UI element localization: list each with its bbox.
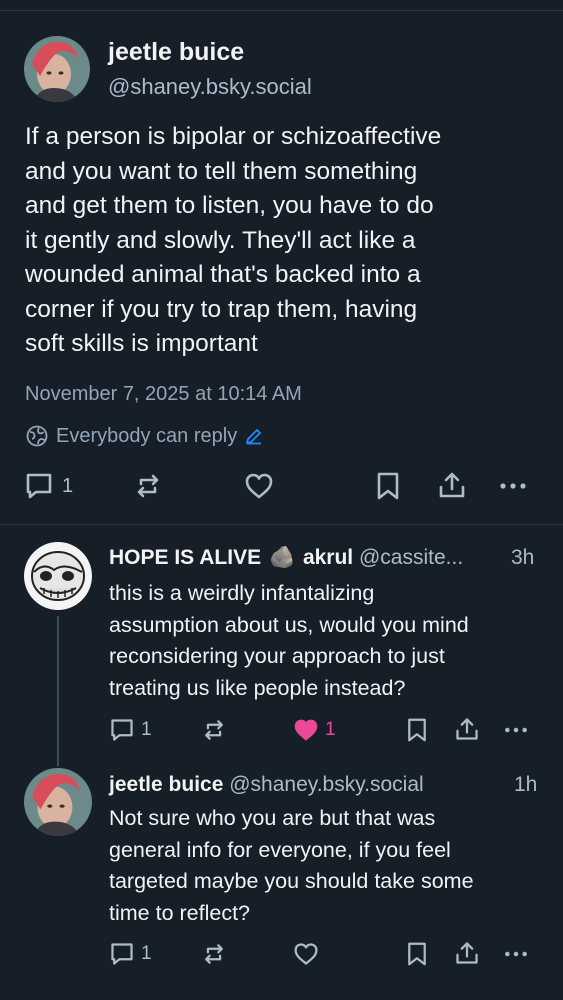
bookmark-icon xyxy=(405,941,429,967)
reply-text-line: treating us like people instead? xyxy=(109,676,406,701)
reply-header: HOPE IS ALIVE 🪨 akrul @cassite... xyxy=(109,546,463,570)
share-button[interactable] xyxy=(437,470,467,500)
avatar[interactable] xyxy=(24,542,92,610)
reply-author-handle[interactable]: @shaney.bsky.social xyxy=(229,773,423,796)
heart-icon xyxy=(244,471,274,501)
reply-author-name[interactable]: jeetle buice xyxy=(109,773,223,796)
reply-text: Not sure who you are but that was genera… xyxy=(109,803,474,930)
post-text-line: If a person is bipolar or schizoaffectiv… xyxy=(25,123,442,150)
reply-count: 1 xyxy=(141,943,152,964)
pencil-icon[interactable] xyxy=(244,426,264,446)
reply-author-name[interactable]: HOPE IS ALIVE xyxy=(109,546,261,569)
like-button[interactable] xyxy=(244,471,274,501)
heart-icon xyxy=(293,941,319,967)
reply-author-name-suffix[interactable]: akrul xyxy=(303,546,353,569)
reply-text-line: targeted maybe you should take some xyxy=(109,869,474,894)
reply-button[interactable]: 1 xyxy=(24,471,73,501)
share-icon xyxy=(454,716,480,742)
repost-button[interactable] xyxy=(201,717,227,743)
repost-icon xyxy=(201,941,227,967)
reply-count: 1 xyxy=(62,474,74,497)
avatar[interactable] xyxy=(24,768,92,836)
repost-icon xyxy=(201,717,227,743)
more-icon xyxy=(498,471,528,501)
post-timestamp: November 7, 2025 at 10:14 AM xyxy=(25,383,302,405)
like-button[interactable]: 1 xyxy=(293,717,336,743)
reply-setting-label: Everybody can reply xyxy=(56,424,238,447)
repost-icon xyxy=(133,471,163,501)
reply-time[interactable]: 3h xyxy=(511,546,534,570)
divider xyxy=(0,524,563,525)
reply-time[interactable]: 1h xyxy=(514,773,537,797)
reply-icon xyxy=(109,941,135,967)
reply-text-line: general info for everyone, if you feel xyxy=(109,837,451,862)
post-text-line: corner if you try to trap them, having xyxy=(25,295,418,323)
post-text: If a person is bipolar or schizoaffectiv… xyxy=(25,120,545,362)
reply-text-line: assumption about us, would you mind xyxy=(109,612,469,637)
author-handle[interactable]: @shaney.bsky.social xyxy=(108,74,312,100)
reply-icon xyxy=(109,717,135,743)
reply-text-line: Not sure who you are but that was xyxy=(109,806,436,830)
post-text-line: wounded animal that's backed into a xyxy=(25,261,421,288)
bookmark-icon xyxy=(374,471,402,501)
like-count: 1 xyxy=(325,719,336,740)
bookmark-button[interactable] xyxy=(405,717,429,743)
bookmark-button[interactable] xyxy=(374,471,402,501)
post-text-line: soft skills is important xyxy=(25,330,258,357)
emoji-rock: 🪨 xyxy=(268,546,296,569)
post-text-line: and get them to listen, you have to do xyxy=(25,192,434,219)
bookmark-icon xyxy=(405,717,429,743)
reply-author-handle[interactable]: @cassite... xyxy=(359,546,463,569)
reply-text-line: this is a weirdly infantalizing xyxy=(109,581,375,605)
more-icon xyxy=(503,717,529,743)
reply-header: jeetle buice @shaney.bsky.social xyxy=(109,773,424,797)
bookmark-button[interactable] xyxy=(405,941,429,967)
share-button[interactable] xyxy=(454,716,480,742)
more-options-button[interactable] xyxy=(503,717,529,743)
author-name[interactable]: jeetle buice xyxy=(108,38,244,67)
share-icon xyxy=(454,940,480,966)
top-divider xyxy=(0,10,563,11)
more-options-button[interactable] xyxy=(503,941,529,967)
reply-icon xyxy=(24,471,54,501)
repost-button[interactable] xyxy=(201,941,227,967)
thread-line xyxy=(57,616,59,766)
repost-button[interactable] xyxy=(133,471,163,501)
post-text-line: and you want to tell them something xyxy=(25,157,418,185)
avatar[interactable] xyxy=(24,36,90,102)
more-options-button[interactable] xyxy=(498,471,528,501)
share-button[interactable] xyxy=(454,940,480,966)
reply-button[interactable]: 1 xyxy=(109,941,152,967)
reply-button[interactable]: 1 xyxy=(109,717,152,743)
reply-text-line: reconsidering your approach to just xyxy=(109,644,445,669)
reply-text-line: time to reflect? xyxy=(109,901,250,926)
like-button[interactable] xyxy=(293,941,319,967)
reply-setting[interactable]: Everybody can reply xyxy=(25,423,264,449)
globe-icon xyxy=(25,424,49,448)
reply-text: this is a weirdly infantalizing assumpti… xyxy=(109,578,469,705)
heart-icon xyxy=(293,717,319,743)
more-icon xyxy=(503,941,529,967)
share-icon xyxy=(437,470,467,500)
reply-count: 1 xyxy=(141,719,152,740)
post-text-line: it gently and slowly. They'll act like a xyxy=(25,226,416,254)
